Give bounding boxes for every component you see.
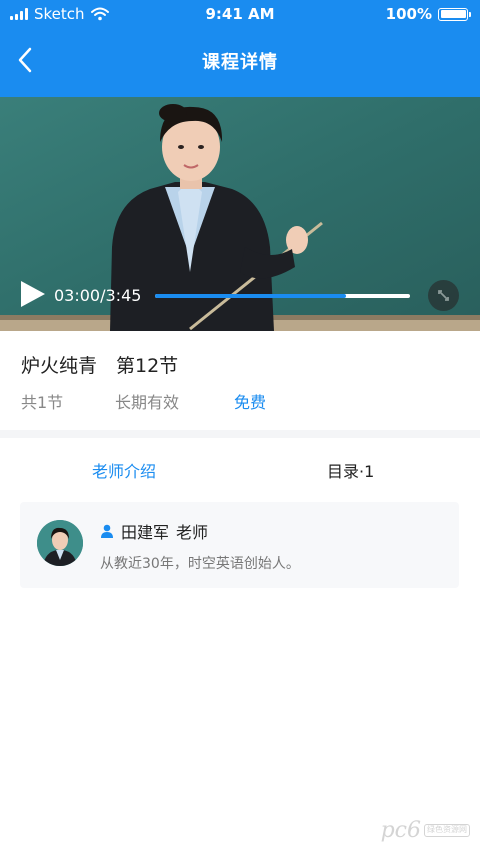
teacher-description: 从教近30年，时空英语创始人。 [100,556,300,572]
video-player[interactable]: 03:00/3:45 [0,97,480,331]
video-time: 03:00/3:45 [54,286,142,305]
teacher-name: 田建军 [121,523,170,542]
page-title: 课程详情 [202,52,278,73]
section-divider [0,430,480,438]
fullscreen-button[interactable] [428,280,459,311]
battery-percent: 100% [385,5,432,23]
status-bar: Sketch 9:41 AM 100% [0,0,480,28]
teacher-role: 老师 [176,523,209,542]
progress-fill [155,294,347,298]
watermark-text: pc6 [380,818,421,843]
watermark: pc6 绿色资源网 [381,818,470,843]
tab-teacher-intro[interactable]: 老师介绍 [92,458,156,482]
battery-icon [438,7,471,21]
course-info: 炉火纯青 第12节 共1节 长期有效 免费 [0,331,480,430]
teacher-card[interactable]: 田建军 老师 从教近30年，时空英语创始人。 [20,502,459,588]
avatar [37,520,83,566]
user-icon [101,524,113,538]
progress-bar[interactable] [155,294,410,298]
fullscreen-icon [438,290,449,301]
play-icon[interactable] [17,279,47,309]
watermark-sub: 绿色资源网 [424,824,470,837]
course-title: 炉火纯青 第12节 [21,355,179,377]
status-right: 100% [385,5,471,23]
course-price: 免费 [234,393,267,412]
tab-catalog[interactable]: 目录·1 [327,458,374,482]
course-lessons: 共1节 [21,393,64,412]
tab-bar: 老师介绍 目录·1 [0,438,480,498]
nav-bar: 课程详情 [0,28,480,97]
teacher-name-row: 田建军 老师 [100,519,208,543]
course-validity: 长期有效 [115,393,180,412]
